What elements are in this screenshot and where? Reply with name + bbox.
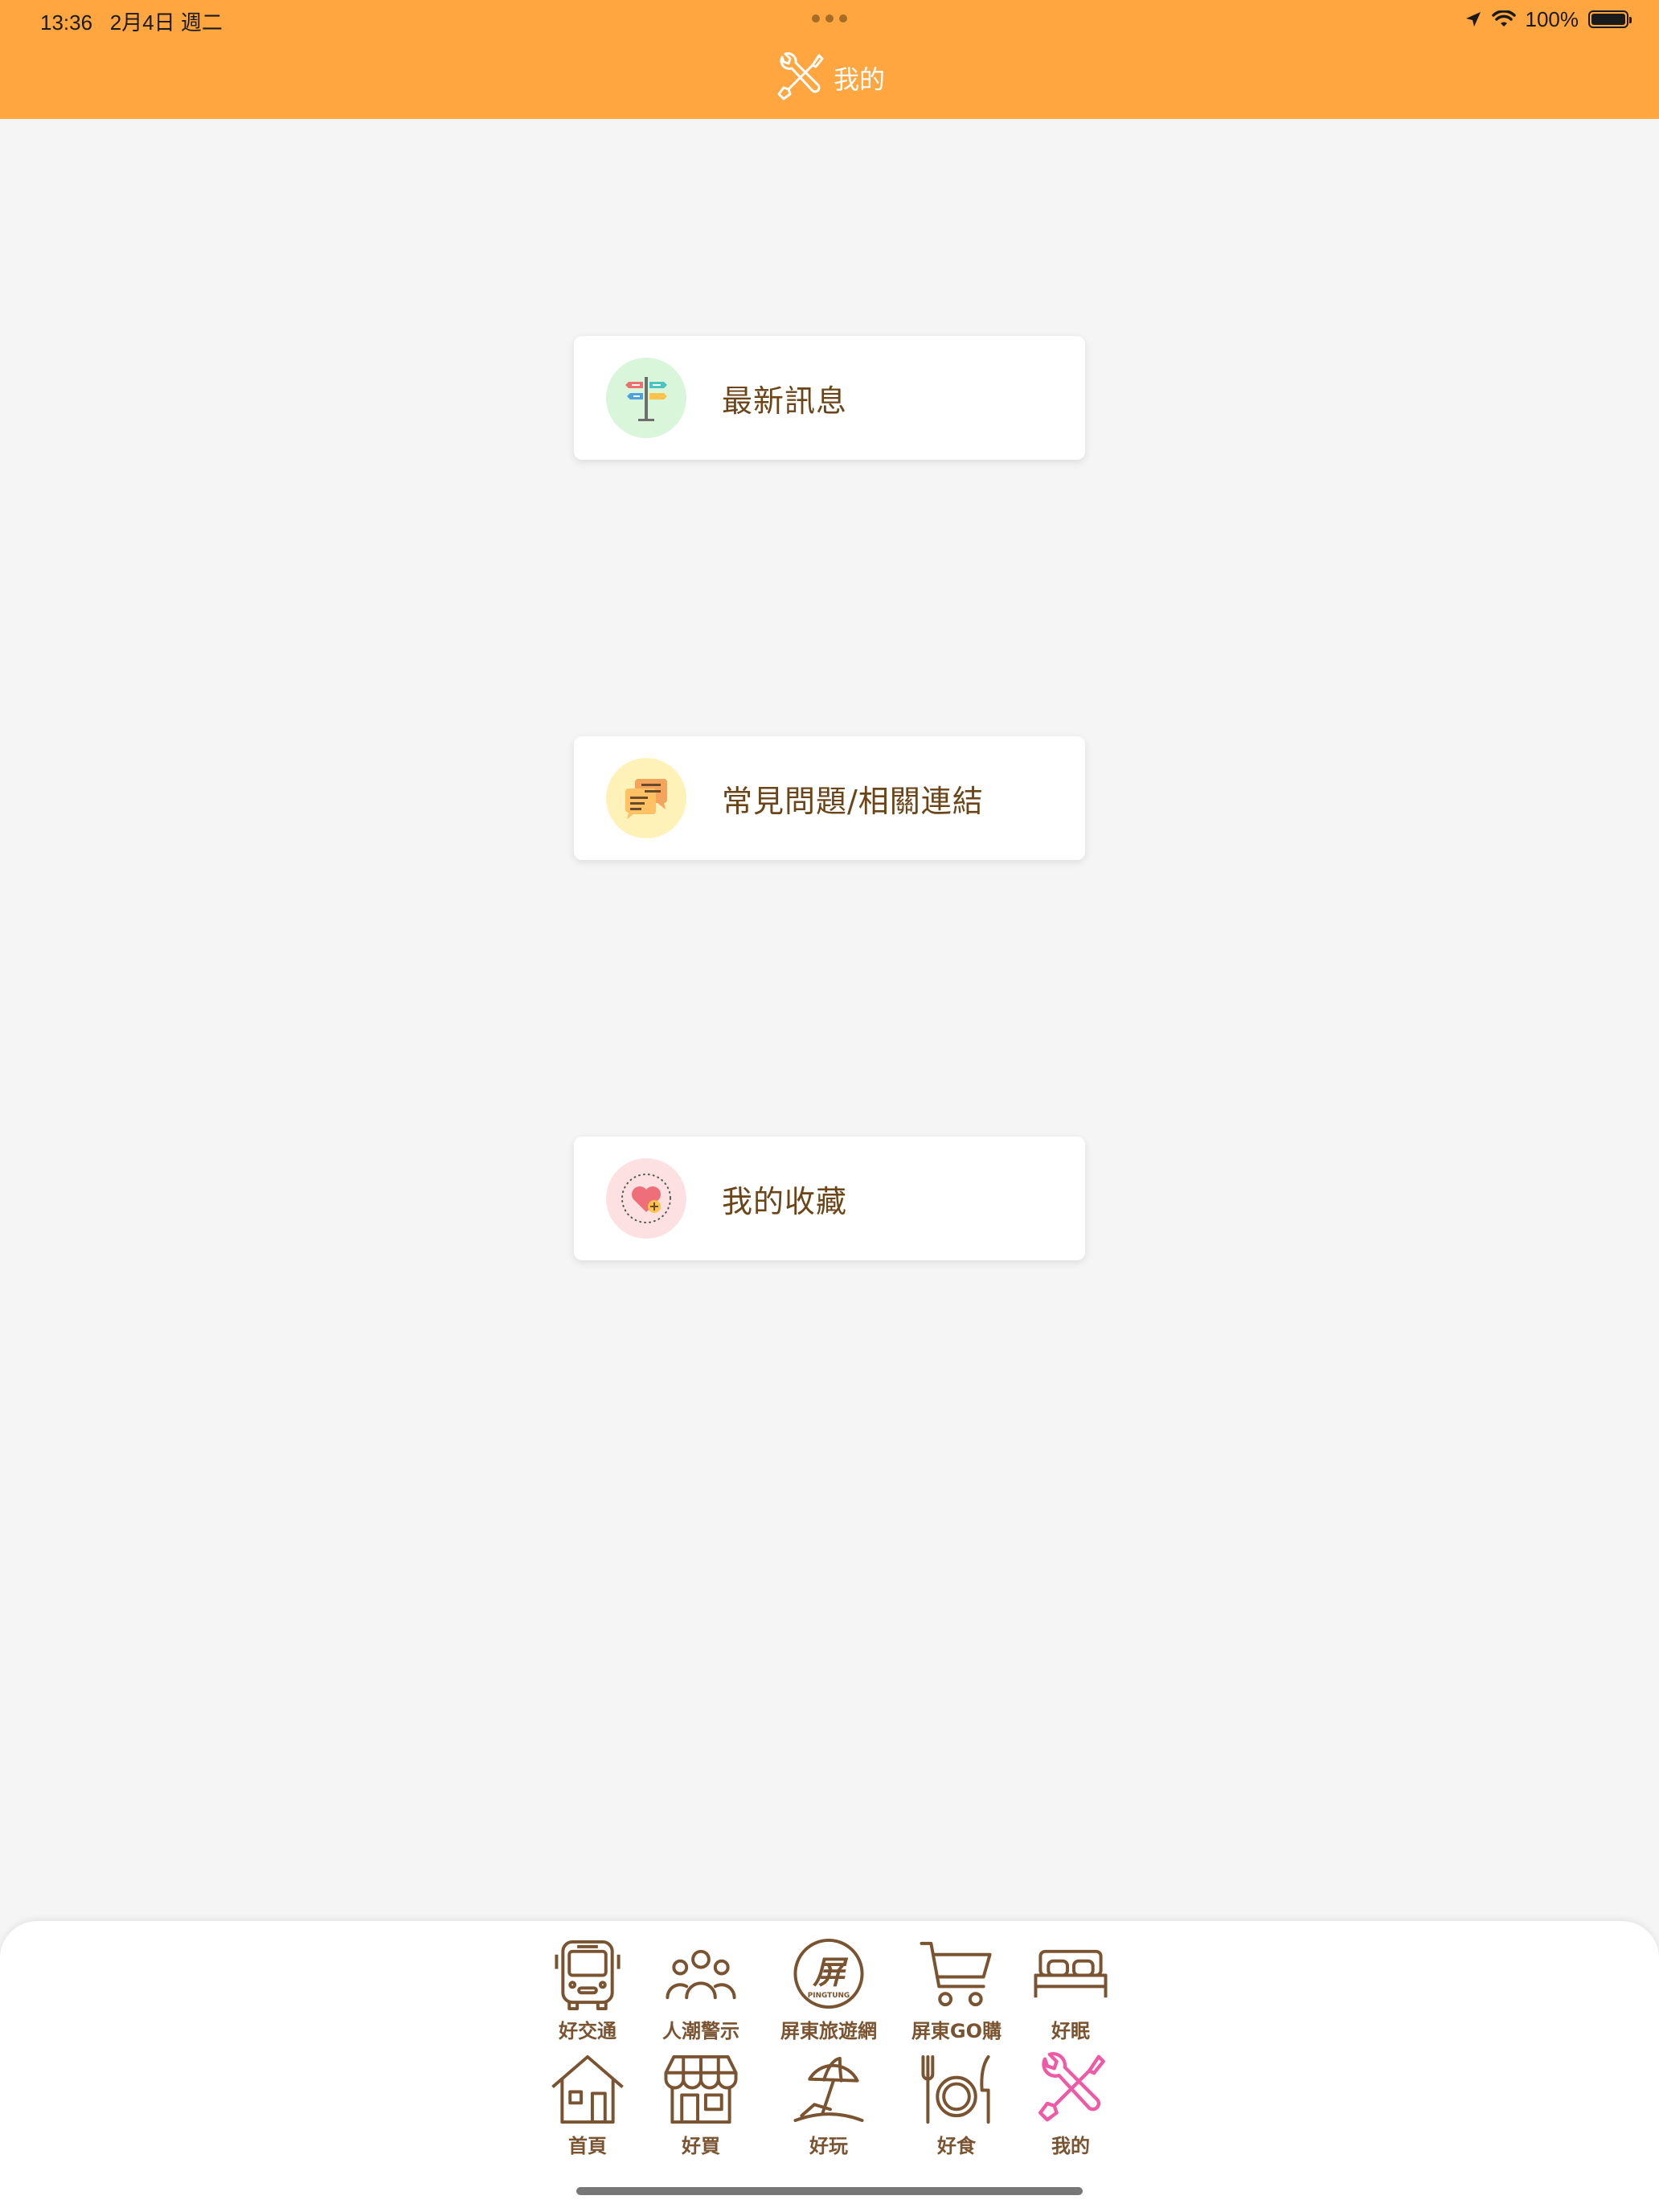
home-indicator[interactable] xyxy=(576,2187,1083,2195)
tab-label: 屏東GO購 xyxy=(911,2020,1002,2042)
battery-icon xyxy=(1588,10,1632,28)
tab-label: 人潮警示 xyxy=(662,2020,739,2042)
menu-label: 常見問題/相關連結 xyxy=(722,783,984,819)
bed-icon xyxy=(1034,1949,1108,1998)
status-date: 2月4日 週二 xyxy=(109,10,223,35)
tab-pingtung-travel[interactable]: 屏 PINGTUNG 屏東旅遊網 xyxy=(768,1937,889,2043)
svg-text:屏: 屏 xyxy=(812,1954,848,1991)
tab-label: 好買 xyxy=(682,2135,720,2157)
chat-bubbles-icon xyxy=(606,758,686,838)
pingtung-logo-icon: 屏 PINGTUNG xyxy=(793,1938,864,2009)
battery-percent: 100% xyxy=(1525,6,1579,31)
tab-pingtung-go-shopping[interactable]: 屏東GO購 xyxy=(896,1937,1017,2043)
tab-label: 我的 xyxy=(1051,2135,1090,2157)
tab-label: 好眠 xyxy=(1051,2020,1090,2042)
tab-label: 好食 xyxy=(937,2135,976,2157)
tab-good-transport[interactable]: 好交通 xyxy=(527,1937,648,2043)
tab-good-play[interactable]: 好玩 xyxy=(768,2052,889,2158)
menu-item-faq-links[interactable]: 常見問題/相關連結 xyxy=(574,736,1085,860)
signpost-icon xyxy=(606,358,686,438)
tab-label: 好玩 xyxy=(809,2135,848,2157)
page-title: 我的 xyxy=(833,64,885,95)
house-icon xyxy=(551,2054,624,2124)
header: 我的 xyxy=(0,50,1659,106)
menu-label: 我的收藏 xyxy=(722,1183,848,1219)
svg-text:PINGTUNG: PINGTUNG xyxy=(808,1992,850,2000)
heart-plus-icon xyxy=(606,1158,686,1239)
tab-label: 首頁 xyxy=(568,2135,607,2157)
status-time-date: 13:36 2月4日 週二 xyxy=(40,6,223,36)
menu-item-latest-news[interactable]: 最新訊息 xyxy=(574,336,1085,460)
shop-icon xyxy=(664,2054,738,2124)
wifi-icon xyxy=(1491,10,1516,27)
location-arrow-icon xyxy=(1465,12,1481,27)
tab-home[interactable]: 首頁 xyxy=(527,2052,648,2158)
tab-label: 好交通 xyxy=(559,2020,616,2042)
status-time: 13:36 xyxy=(40,10,93,35)
top-bar: 13:36 2月4日 週二 100% 我的 xyxy=(0,0,1659,119)
dining-icon xyxy=(921,2054,990,2124)
crowd-icon xyxy=(666,1949,736,2000)
tab-crowd-alert[interactable]: 人潮警示 xyxy=(641,1937,761,2043)
tab-good-food[interactable]: 好食 xyxy=(896,2052,1017,2158)
tab-good-sleep[interactable]: 好眠 xyxy=(1010,1937,1131,2043)
tools-icon xyxy=(1038,2052,1105,2122)
menu-label: 最新訊息 xyxy=(722,383,848,419)
tab-label: 屏東旅遊網 xyxy=(780,2020,877,2042)
status-indicators: 100% xyxy=(1464,6,1632,32)
tools-icon xyxy=(777,52,824,100)
beach-umbrella-icon xyxy=(793,2056,864,2123)
bus-icon xyxy=(555,1940,621,2011)
menu-item-favorites[interactable]: 我的收藏 xyxy=(574,1137,1085,1260)
multitasking-dots-icon[interactable] xyxy=(812,14,847,23)
tab-mine[interactable]: 我的 xyxy=(1010,2052,1131,2158)
tab-good-buy[interactable]: 好買 xyxy=(641,2052,761,2158)
cart-icon xyxy=(920,1941,992,2007)
